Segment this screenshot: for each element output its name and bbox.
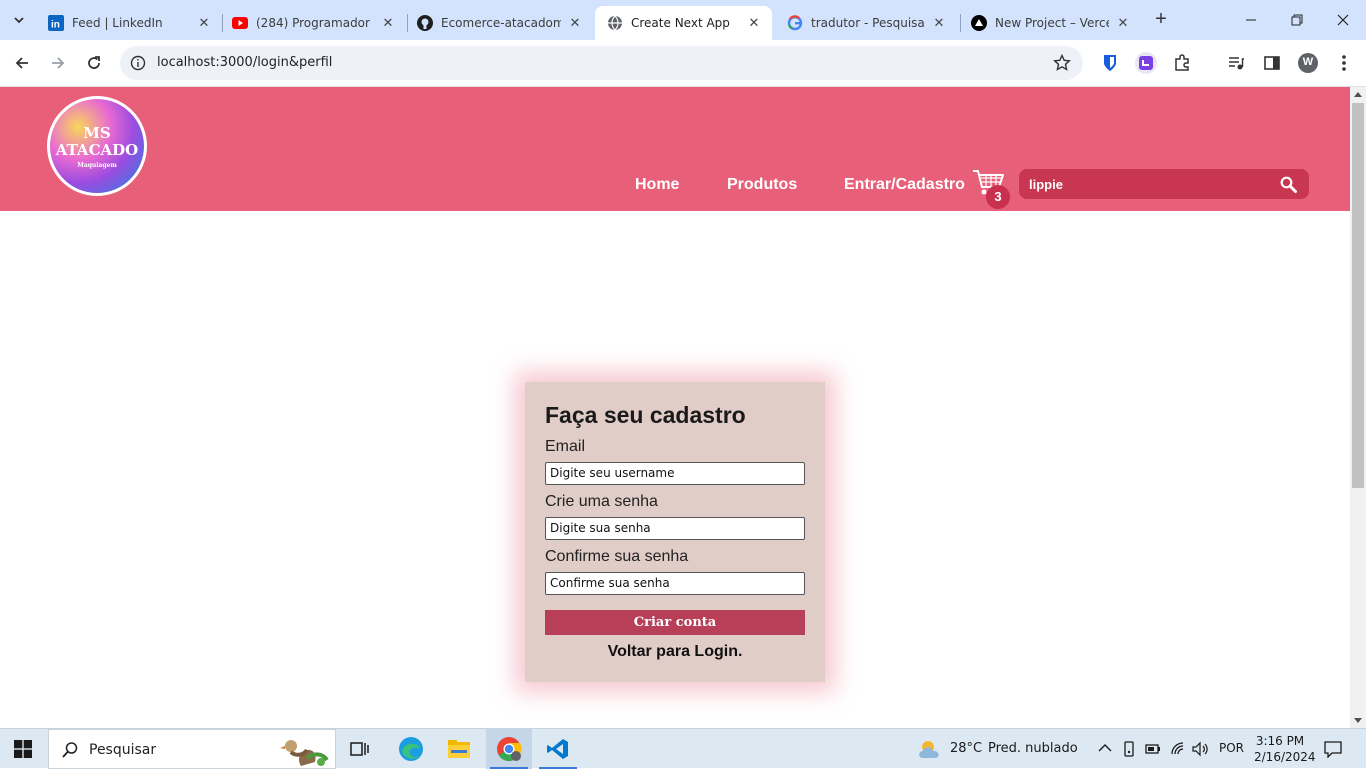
tab-title: New Project – Vercel [995, 16, 1109, 30]
email-input[interactable]: Digite seu username [545, 462, 805, 485]
clock-time: 3:16 PM [1255, 734, 1305, 748]
close-window-icon[interactable] [1331, 8, 1355, 32]
vercel-icon [971, 15, 987, 31]
globe-icon [607, 15, 623, 31]
nav-products-link[interactable]: Produtos [727, 176, 797, 194]
weather-temperature[interactable]: 28°C [950, 741, 982, 756]
tab-youtube[interactable]: (284) Programador De ✕ [220, 6, 406, 40]
side-panel-icon[interactable] [1261, 52, 1283, 74]
purple-extension-icon[interactable] [1135, 52, 1157, 74]
profile-avatar[interactable]: W [1297, 52, 1319, 74]
edge-icon[interactable] [388, 729, 434, 769]
chrome-taskbar-icon[interactable] [486, 729, 532, 769]
linkedin-icon: in [48, 15, 64, 31]
cart-count-badge: 3 [986, 185, 1010, 209]
forward-arrow-icon[interactable] [46, 51, 70, 75]
tab-google[interactable]: tradutor - Pesquisa G ✕ [775, 6, 957, 40]
google-icon [787, 15, 803, 31]
extensions-puzzle-icon[interactable] [1171, 52, 1193, 74]
taskbar-search-box[interactable]: Pesquisar [48, 729, 336, 769]
tab-linkedin[interactable]: in Feed | LinkedIn ✕ [36, 6, 222, 40]
logo-line-2: ATACADO [55, 141, 139, 159]
browser-tab-strip: in Feed | LinkedIn ✕ (284) Programador D… [0, 0, 1366, 40]
new-tab-button[interactable]: + [1150, 9, 1172, 31]
system-clock[interactable]: 3:16 PM 2/16/2024 [1254, 733, 1316, 765]
email-label: Email [545, 438, 586, 455]
tab-vercel[interactable]: New Project – Vercel ✕ [959, 6, 1141, 40]
search-icon[interactable] [1280, 176, 1297, 193]
signup-card: Faça seu cadastro Email Digite seu usern… [525, 382, 825, 682]
weather-description[interactable]: Pred. nublado [988, 741, 1078, 756]
tab-title: tradutor - Pesquisa G [811, 16, 925, 30]
search-icon [62, 742, 78, 758]
svg-text:in: in [51, 20, 60, 31]
logo-line-1: MS [83, 124, 111, 142]
web-page: MS ATACADO Maquiagem Home Produtos Entra… [0, 87, 1350, 728]
close-tab-icon[interactable]: ✕ [931, 15, 947, 31]
taskbar-search-placeholder: Pesquisar [89, 742, 157, 758]
close-tab-icon[interactable]: ✕ [380, 15, 396, 31]
reload-icon[interactable] [82, 51, 106, 75]
device-icon[interactable] [1122, 741, 1136, 757]
task-view-icon[interactable] [337, 729, 383, 769]
back-arrow-icon[interactable] [10, 51, 34, 75]
close-tab-icon[interactable]: ✕ [1115, 15, 1131, 31]
media-controls-icon[interactable] [1225, 52, 1247, 74]
create-account-button[interactable]: Criar conta [545, 610, 805, 635]
clock-date: 2/16/2024 [1254, 750, 1316, 764]
weather-cloud-icon[interactable] [917, 738, 943, 760]
site-logo[interactable]: MS ATACADO Maquiagem [47, 96, 147, 196]
windows-start-icon[interactable] [14, 740, 32, 758]
password-input[interactable]: Digite sua senha [545, 517, 805, 540]
wifi-icon[interactable] [1170, 741, 1186, 757]
tab-title: Feed | LinkedIn [72, 16, 163, 30]
signup-title: Faça seu cadastro [545, 402, 746, 428]
scroll-up-arrow-icon[interactable] [1354, 92, 1362, 97]
tab-github[interactable]: Ecomerce-atacadoms ✕ [405, 6, 593, 40]
search-value: lippie [1029, 177, 1063, 192]
vscode-icon[interactable] [535, 729, 581, 769]
volume-icon[interactable] [1192, 741, 1210, 757]
confirm-password-label: Confirme sua senha [545, 548, 689, 565]
close-tab-icon[interactable]: ✕ [746, 15, 762, 31]
close-tab-icon[interactable]: ✕ [567, 15, 583, 31]
browser-toolbar: localhost:3000/login&perfil W [0, 40, 1366, 87]
site-header: MS ATACADO Maquiagem Home Produtos Entra… [0, 87, 1350, 211]
logo-line-3: Maquiagem [77, 162, 117, 169]
chrome-menu-icon[interactable] [1333, 52, 1355, 74]
address-bar[interactable]: localhost:3000/login&perfil [120, 46, 1083, 80]
tab-title: (284) Programador De [256, 16, 374, 30]
site-search-input[interactable]: lippie [1019, 169, 1309, 199]
back-to-login-link[interactable]: Voltar para Login. [525, 643, 825, 661]
password-label: Crie uma senha [545, 493, 658, 510]
minimize-icon[interactable] [1239, 8, 1263, 32]
tab-title: Create Next App [631, 16, 730, 30]
windows-taskbar: Pesquisar 28°C Pred. nublado POR 3:16 PM [0, 728, 1366, 769]
notifications-icon[interactable] [1324, 740, 1342, 758]
input-language[interactable]: POR [1219, 741, 1244, 755]
close-tab-icon[interactable]: ✕ [196, 15, 212, 31]
page-scrollbar[interactable] [1350, 87, 1366, 728]
scrollbar-thumb[interactable] [1352, 103, 1364, 488]
tab-create-next-app[interactable]: Create Next App ✕ [595, 6, 772, 40]
nav-login-link[interactable]: Entrar/Cadastro [844, 176, 965, 194]
tab-title: Ecomerce-atacadoms [441, 16, 561, 30]
file-explorer-icon[interactable] [436, 729, 482, 769]
bitwarden-extension-icon[interactable] [1099, 52, 1121, 74]
youtube-icon [232, 15, 248, 31]
profile-initial: W [1302, 56, 1314, 68]
nav-home-link[interactable]: Home [635, 176, 679, 194]
site-info-icon[interactable] [130, 55, 146, 71]
tab-search-chevron-icon[interactable] [6, 7, 32, 33]
bookmark-star-icon[interactable] [1052, 53, 1072, 72]
scroll-down-arrow-icon[interactable] [1354, 718, 1362, 723]
github-icon [417, 15, 433, 31]
restore-icon[interactable] [1285, 8, 1309, 32]
confirm-password-input[interactable]: Confirme sua senha [545, 572, 805, 595]
battery-icon[interactable] [1145, 741, 1161, 757]
url-text[interactable]: localhost:3000/login&perfil [157, 55, 332, 70]
search-highlight-bird-icon [280, 740, 329, 766]
show-hidden-icons-chevron-icon[interactable] [1098, 743, 1112, 753]
